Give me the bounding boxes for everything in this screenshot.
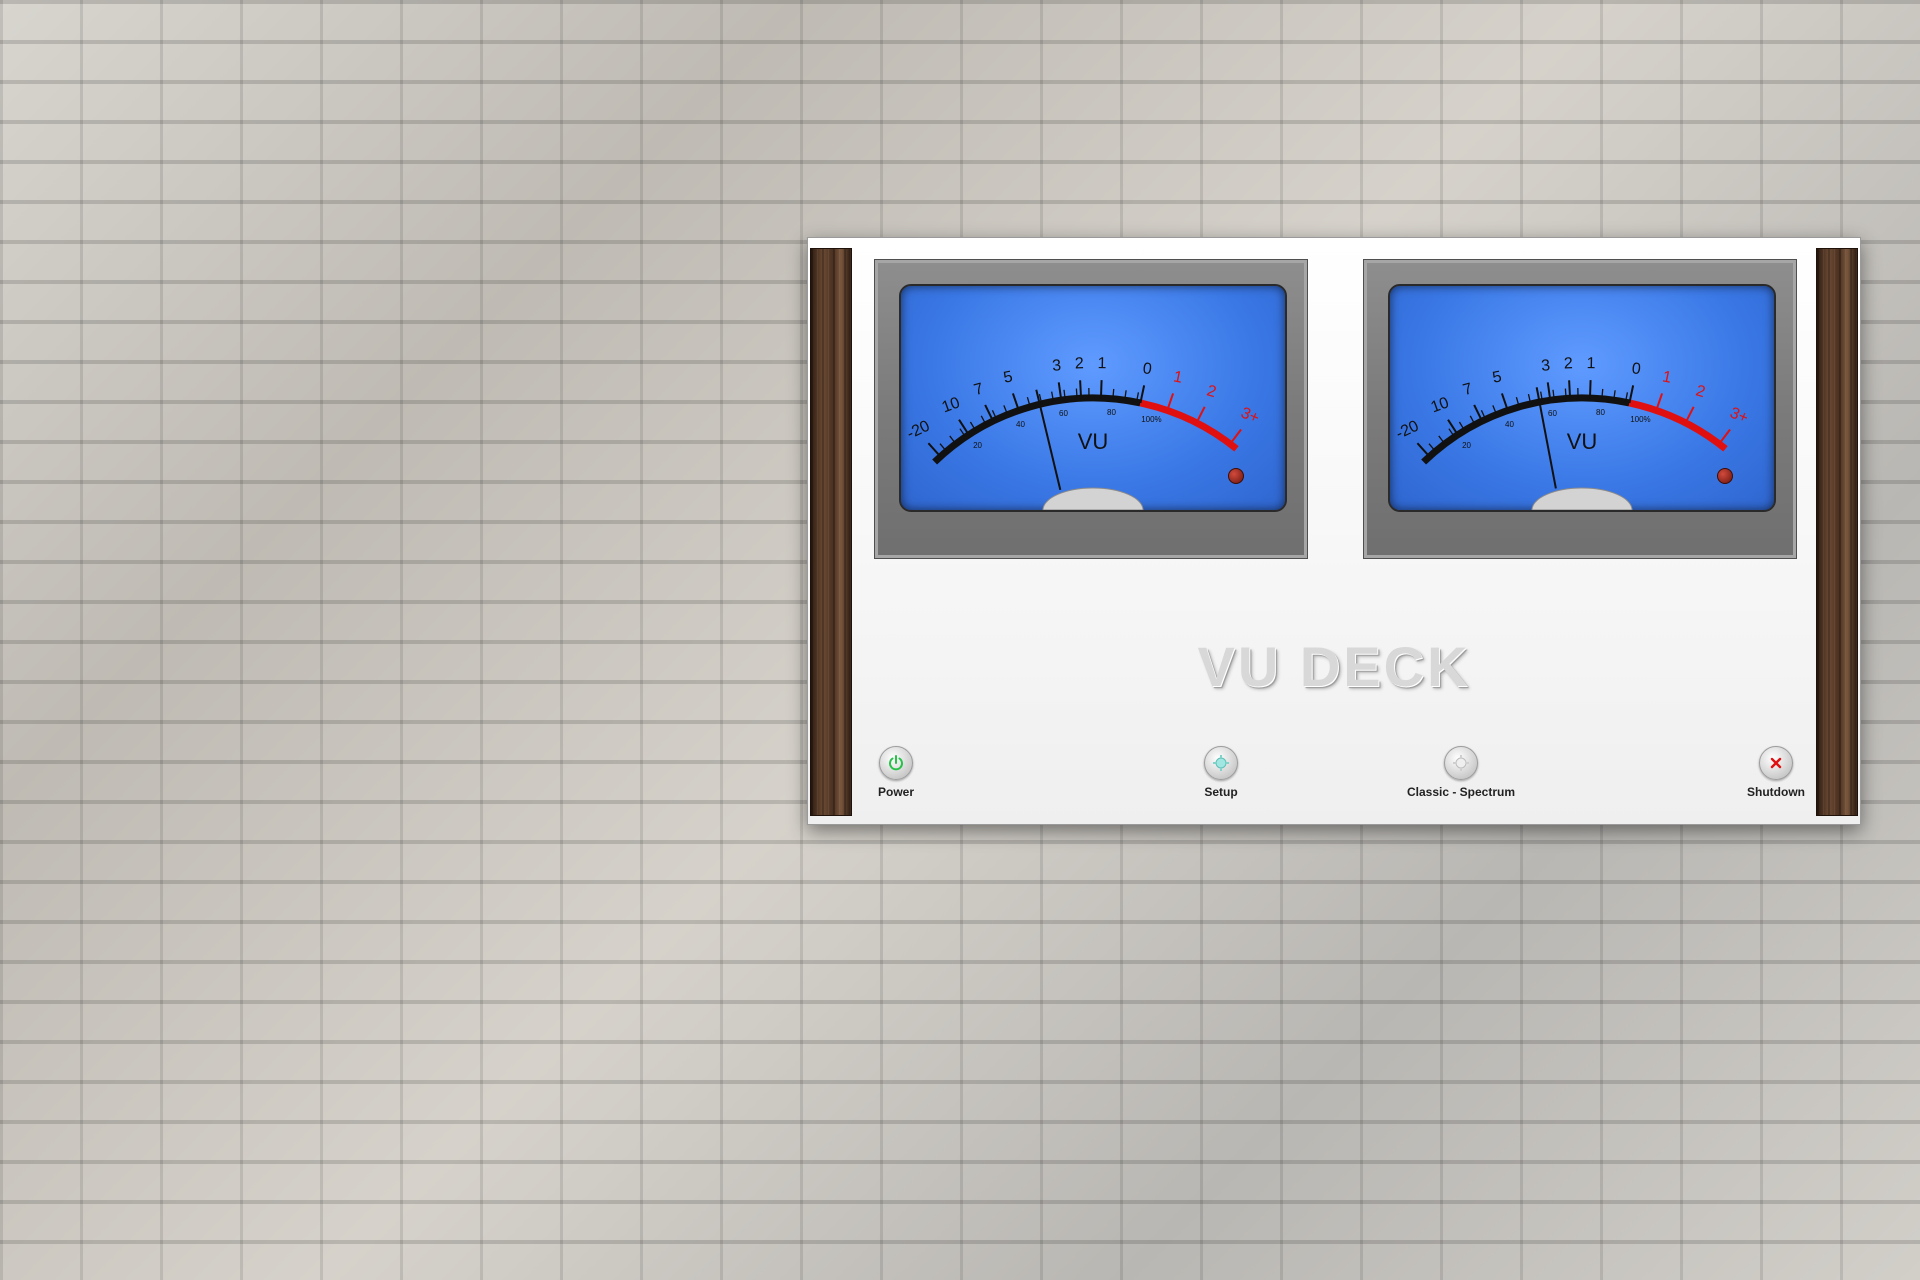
db-scale-label: 1 [1586, 355, 1595, 372]
mode-icon [1453, 755, 1469, 771]
db-scale-label: 1 [1661, 368, 1673, 386]
shutdown-label: Shutdown [1747, 785, 1805, 799]
scale-minor-tick [1564, 388, 1567, 399]
db-scale-label: 10 [1429, 394, 1452, 416]
meter-face: -20 10 7 5 3 2 1 0 1 2 3+ 20 40 60 80 100% VU [899, 284, 1287, 512]
db-scale-label: 1 [1172, 368, 1184, 386]
percent-scale-label: 40 [1016, 420, 1025, 429]
scale-tick [1568, 380, 1572, 399]
db-scale-label: 0 [1142, 360, 1153, 378]
db-scale-label: 3+ [1238, 404, 1261, 427]
left-wood-panel [810, 248, 852, 816]
power-control[interactable]: Power [826, 746, 966, 799]
scale-minor-tick [1112, 388, 1115, 399]
db-scale-label: 10 [940, 394, 963, 416]
percent-scale-label: 60 [1059, 409, 1068, 418]
db-scale-label: 3+ [1727, 404, 1750, 427]
scale-tick [1718, 428, 1731, 445]
db-scale-label: 2 [1694, 382, 1707, 401]
scale-tick [927, 442, 942, 458]
db-scale-label: -20 [1393, 418, 1421, 443]
scale-tick [1447, 419, 1459, 436]
meter-face: -20 10 7 5 3 2 1 0 1 2 3+ 20 40 60 80 100% VU [1388, 284, 1776, 512]
percent-scale-label: 80 [1107, 408, 1116, 417]
right-wood-panel [1816, 248, 1858, 816]
vu-deck-window: -20 10 7 5 3 2 1 0 1 2 3+ 20 40 60 80 100% VU -20 10 7 5 3 2 1… [807, 237, 1861, 825]
shutdown-button[interactable] [1759, 746, 1793, 780]
scale-tick [984, 404, 994, 422]
setup-button[interactable] [1204, 746, 1238, 780]
desktop-background: { "app": { "title": "VU DECK" }, "meters… [0, 0, 1920, 1280]
mode-control[interactable]: Classic - Spectrum [1391, 746, 1531, 799]
percent-scale-label: 100% [1141, 415, 1161, 424]
db-scale-label: 3 [1052, 357, 1062, 375]
power-icon [889, 755, 903, 771]
vu-unit-label: VU [1078, 429, 1109, 454]
scale-tick [1684, 406, 1695, 424]
percent-scale-label: 100% [1630, 415, 1650, 424]
scale-tick [1416, 442, 1431, 458]
db-scale-label: 1 [1097, 355, 1106, 372]
scale-arc-red [1139, 399, 1239, 452]
percent-scale-label: 40 [1505, 420, 1514, 429]
setup-label: Setup [1204, 785, 1238, 799]
peak-indicator-led [1228, 468, 1244, 484]
shutdown-control[interactable]: Shutdown [1706, 746, 1846, 799]
close-icon [1770, 757, 1782, 769]
db-scale-label: -20 [904, 418, 932, 443]
setup-control[interactable]: Setup [1151, 746, 1291, 799]
db-scale-label: 2 [1564, 355, 1574, 372]
percent-scale-label: 80 [1596, 408, 1605, 417]
peak-indicator-led [1717, 468, 1733, 484]
scale-tick [1195, 406, 1206, 424]
db-scale-label: 3 [1541, 357, 1551, 375]
power-label: Power [877, 785, 914, 799]
db-scale-label: 2 [1075, 355, 1085, 372]
scale-tick [1079, 380, 1083, 399]
vu-unit-label: VU [1567, 429, 1598, 454]
db-scale-label: 5 [1491, 368, 1503, 386]
scale-minor-tick [1075, 388, 1078, 399]
mode-button[interactable] [1444, 746, 1478, 780]
scale-tick [1473, 404, 1483, 422]
vu-meter-right: -20 10 7 5 3 2 1 0 1 2 3+ 20 40 60 80 100% VU [1363, 259, 1797, 559]
percent-scale-label: 60 [1548, 409, 1557, 418]
setup-icon [1213, 755, 1229, 771]
needle-hub-cover [1531, 487, 1633, 510]
db-scale-label: 5 [1002, 368, 1014, 386]
db-scale-label: 2 [1205, 382, 1218, 401]
db-scale-label: 7 [1461, 380, 1474, 399]
db-scale-label: 7 [972, 380, 985, 399]
vu-meter-left: -20 10 7 5 3 2 1 0 1 2 3+ 20 40 60 80 100% VU [874, 259, 1308, 559]
scale-tick [1229, 428, 1242, 445]
percent-scale-label: 20 [973, 441, 982, 450]
app-title: VU DECK [1197, 635, 1471, 698]
scale-minor-tick [1601, 388, 1604, 399]
db-scale-label: 0 [1631, 360, 1642, 378]
needle-hub-cover [1042, 487, 1144, 510]
mode-label: Classic - Spectrum [1406, 785, 1516, 799]
scale-tick [958, 419, 970, 436]
power-button[interactable] [879, 746, 913, 780]
scale-arc-red [1628, 399, 1728, 452]
percent-scale-label: 20 [1462, 441, 1471, 450]
